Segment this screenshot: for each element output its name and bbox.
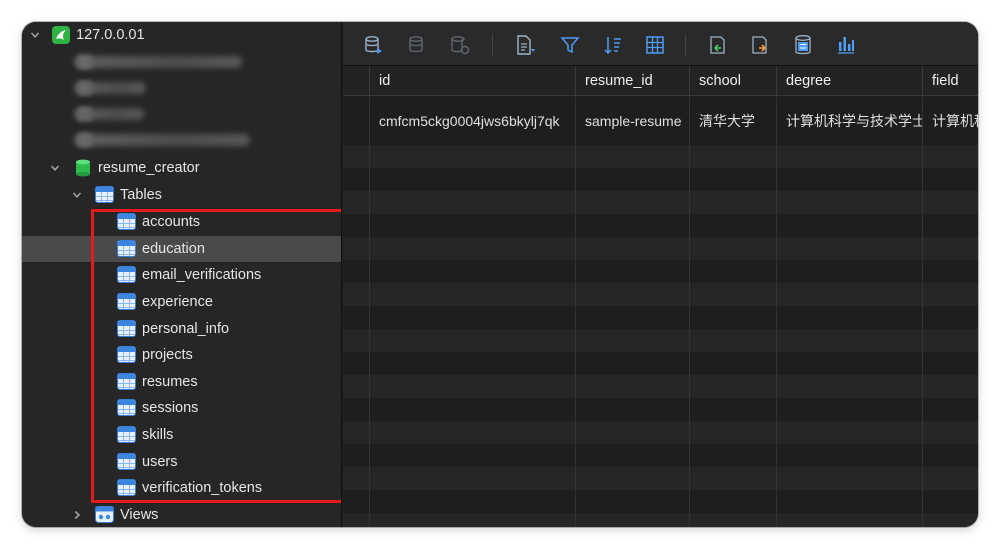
tables-group-label: Tables	[120, 187, 162, 203]
sidebar-item-users[interactable]: users	[22, 449, 341, 475]
table-label: resumes	[142, 374, 198, 390]
sidebar-item-education[interactable]: education	[22, 236, 341, 262]
document-dropdown-icon[interactable]	[513, 33, 537, 57]
cell-field[interactable]: 计算机科	[923, 107, 978, 135]
mysql-dolphin-icon	[52, 26, 70, 44]
column-header-field[interactable]: field	[922, 66, 978, 96]
column-header-degree[interactable]: degree	[776, 66, 922, 96]
table-label: verification_tokens	[142, 480, 263, 496]
table-label: personal_info	[142, 321, 230, 337]
table-icon	[117, 373, 136, 390]
database-label: resume_creator	[98, 160, 200, 176]
table-icon	[117, 346, 136, 363]
column-header-resume-id[interactable]: resume_id	[575, 66, 689, 96]
database-run-icon[interactable]	[362, 33, 386, 57]
connection-label: 127.0.0.01	[76, 27, 145, 43]
table-label: projects	[142, 347, 193, 363]
binary-data-icon[interactable]	[791, 33, 815, 57]
sidebar-item-projects[interactable]: projects	[22, 342, 341, 368]
database-refresh-icon[interactable]	[448, 33, 472, 57]
toolbar	[343, 22, 978, 66]
chevron-down-icon[interactable]	[48, 161, 62, 175]
grid-header: id resume_id school degree field	[343, 66, 978, 96]
table-label: users	[142, 454, 178, 470]
sidebar-item-experience[interactable]: experience	[22, 289, 341, 315]
tree-database[interactable]: resume_creator	[22, 155, 341, 181]
main-panel: id resume_id school degree field cmfcm5c…	[343, 22, 978, 527]
sidebar-item-resumes[interactable]: resumes	[22, 369, 341, 395]
table-icon	[117, 320, 136, 337]
chevron-down-icon[interactable]	[70, 188, 84, 202]
tables-folder-icon	[95, 186, 114, 203]
table-icon	[117, 240, 136, 257]
table-icon	[117, 453, 136, 470]
table-icon	[117, 426, 136, 443]
cell-school[interactable]: 清华大学	[690, 107, 776, 135]
app-window: 127.0.0.01 resume_creator Tables account…	[22, 22, 978, 527]
table-label: sessions	[142, 400, 199, 416]
sidebar: 127.0.0.01 resume_creator Tables account…	[22, 22, 342, 527]
table-icon	[117, 293, 136, 310]
chevron-down-icon[interactable]	[28, 28, 42, 42]
tree-tables-group[interactable]: Tables	[22, 182, 341, 208]
tree-views-group[interactable]: Views	[22, 502, 341, 527]
views-group-label: Views	[120, 507, 159, 523]
tree-connection[interactable]: 127.0.0.01	[22, 22, 341, 48]
cell-id[interactable]: cmfcm5ckg0004jws6bkylj7qk	[370, 107, 575, 135]
table-icon	[117, 479, 136, 496]
table-icon	[117, 213, 136, 230]
views-icon	[95, 506, 114, 524]
data-grid: cmfcm5ckg0004jws6bkylj7qk sample-resume …	[343, 97, 978, 527]
grid-view-icon[interactable]	[643, 33, 667, 57]
table-icon	[117, 266, 136, 283]
chart-icon[interactable]	[834, 33, 858, 57]
sidebar-item-skills[interactable]: skills	[22, 422, 341, 448]
sort-icon[interactable]	[601, 33, 625, 57]
table-icon	[117, 399, 136, 416]
column-header-school[interactable]: school	[689, 66, 776, 96]
table-label: email_verifications	[142, 267, 262, 283]
sidebar-item-accounts[interactable]: accounts	[22, 209, 341, 235]
cell-resume-id[interactable]: sample-resume	[576, 107, 689, 135]
database-check-icon[interactable]	[405, 33, 429, 57]
database-cylinder-icon	[74, 159, 92, 177]
table-label: education	[142, 241, 205, 257]
table-label: experience	[142, 294, 213, 310]
sidebar-item-personal-info[interactable]: personal_info	[22, 316, 341, 342]
cell-degree[interactable]: 计算机科学与技术学士	[777, 107, 922, 135]
table-label: skills	[142, 427, 174, 443]
redo-icon[interactable]	[748, 33, 772, 57]
sidebar-item-verification-tokens[interactable]: verification_tokens	[22, 475, 341, 501]
filter-icon[interactable]	[558, 33, 582, 57]
column-header-id[interactable]: id	[369, 66, 575, 96]
chevron-right-icon[interactable]	[70, 508, 84, 522]
sidebar-item-email-verifications[interactable]: email_verifications	[22, 262, 341, 288]
sidebar-item-sessions[interactable]: sessions	[22, 395, 341, 421]
undo-icon[interactable]	[705, 33, 729, 57]
table-label: accounts	[142, 214, 201, 230]
